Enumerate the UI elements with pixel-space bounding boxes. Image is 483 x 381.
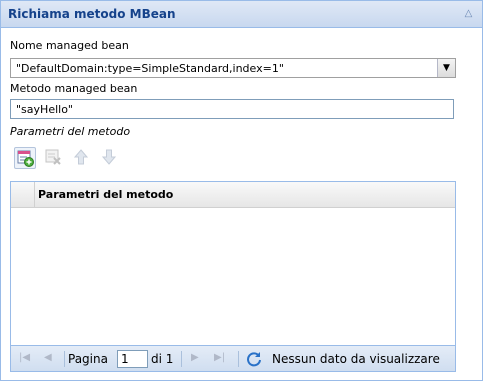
move-up-button[interactable]	[71, 147, 93, 169]
method-params-label: Parametri del metodo	[10, 125, 131, 138]
page-total-label: di 1	[151, 352, 174, 366]
method-name-label: Metodo managed bean	[10, 82, 138, 95]
separator	[181, 351, 182, 367]
delete-param-icon	[45, 149, 61, 165]
panel-header: Richiama metodo MBean △	[1, 1, 482, 28]
move-down-icon	[101, 149, 117, 165]
dropdown-arrow-icon[interactable]: ▼	[437, 59, 455, 77]
next-page-icon[interactable]: ▶	[191, 352, 199, 363]
chevron-up-icon[interactable]: △	[461, 6, 476, 21]
method-name-input[interactable]: "sayHello"	[10, 99, 454, 119]
paging-toolbar: |◀ ◀ Pagina 1 di 1 ▶ ▶| Nessun dato da v…	[10, 346, 456, 372]
column-header-params[interactable]: Parametri del metodo	[34, 182, 455, 207]
params-grid: Parametri del metodo	[10, 181, 456, 346]
delete-param-button[interactable]	[43, 147, 65, 169]
refresh-icon[interactable]	[245, 350, 263, 368]
separator	[238, 351, 239, 367]
page-number-input[interactable]: 1	[117, 350, 148, 368]
move-up-icon	[73, 149, 89, 165]
bean-name-value: "DefaultDomain:type=SimpleStandard,index…	[16, 62, 284, 75]
empty-message: Nessun dato da visualizzare	[272, 352, 440, 366]
panel-title: Richiama metodo MBean	[8, 7, 176, 21]
last-page-icon[interactable]: ▶|	[214, 352, 225, 363]
add-param-button[interactable]	[14, 147, 36, 169]
prev-page-icon[interactable]: ◀	[44, 352, 52, 363]
move-down-button[interactable]	[99, 147, 121, 169]
page-label: Pagina	[68, 352, 108, 366]
grid-header: Parametri del metodo	[11, 182, 455, 208]
mbean-invoke-panel: Richiama metodo MBean △ Nome managed bea…	[0, 0, 483, 381]
separator	[64, 351, 65, 367]
add-param-icon	[17, 150, 34, 167]
bean-name-combobox[interactable]: "DefaultDomain:type=SimpleStandard,index…	[10, 58, 456, 78]
first-page-icon[interactable]: |◀	[19, 352, 30, 363]
bean-name-label: Nome managed bean	[10, 39, 129, 52]
method-name-value: "sayHello"	[16, 103, 73, 116]
